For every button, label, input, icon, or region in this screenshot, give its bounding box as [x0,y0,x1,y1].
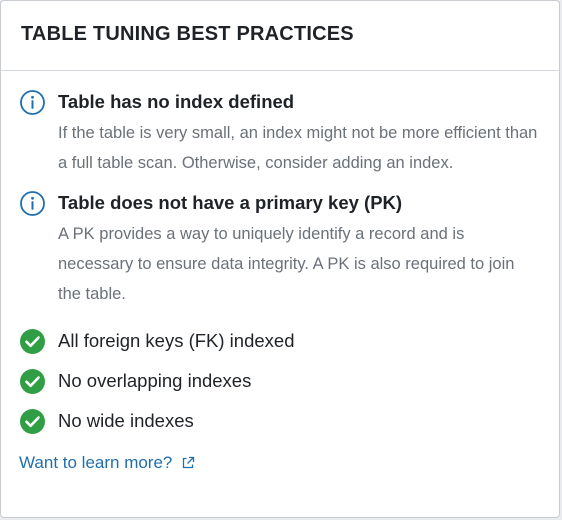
popover-header: TABLE TUNING BEST PRACTICES [1,1,559,71]
popover-body: Table has no index defined If the table … [1,71,559,473]
info-icon [19,89,46,116]
passed-check-wide: No wide indexes [19,401,539,441]
passed-check-label: No overlapping indexes [58,370,252,391]
warning-no-primary-key: Table does not have a primary key (PK) A… [19,190,539,309]
popover-title: TABLE TUNING BEST PRACTICES [21,23,354,45]
external-link-icon[interactable] [180,455,196,471]
warning-description: If the table is very small, an index mig… [58,124,538,172]
warning-title: Table has no index defined [58,91,295,112]
learn-more-link[interactable]: Want to learn more? [19,453,539,473]
check-circle-icon [19,328,46,355]
passed-check-label: All foreign keys (FK) indexed [58,330,295,351]
warning-no-index: Table has no index defined If the table … [19,89,539,178]
passed-check-label: No wide indexes [58,410,194,431]
info-icon [19,190,46,217]
learn-more-label[interactable]: Want to learn more? [19,453,172,473]
warning-description: A PK provides a way to uniquely identify… [58,225,515,303]
check-circle-icon [19,368,46,395]
passed-check-foreign-keys: All foreign keys (FK) indexed [19,321,539,361]
table-tuning-popover: TABLE TUNING BEST PRACTICES Table has no… [0,0,560,518]
check-circle-icon [19,408,46,435]
passed-check-overlapping: No overlapping indexes [19,361,539,401]
warning-title: Table does not have a primary key (PK) [58,192,403,213]
